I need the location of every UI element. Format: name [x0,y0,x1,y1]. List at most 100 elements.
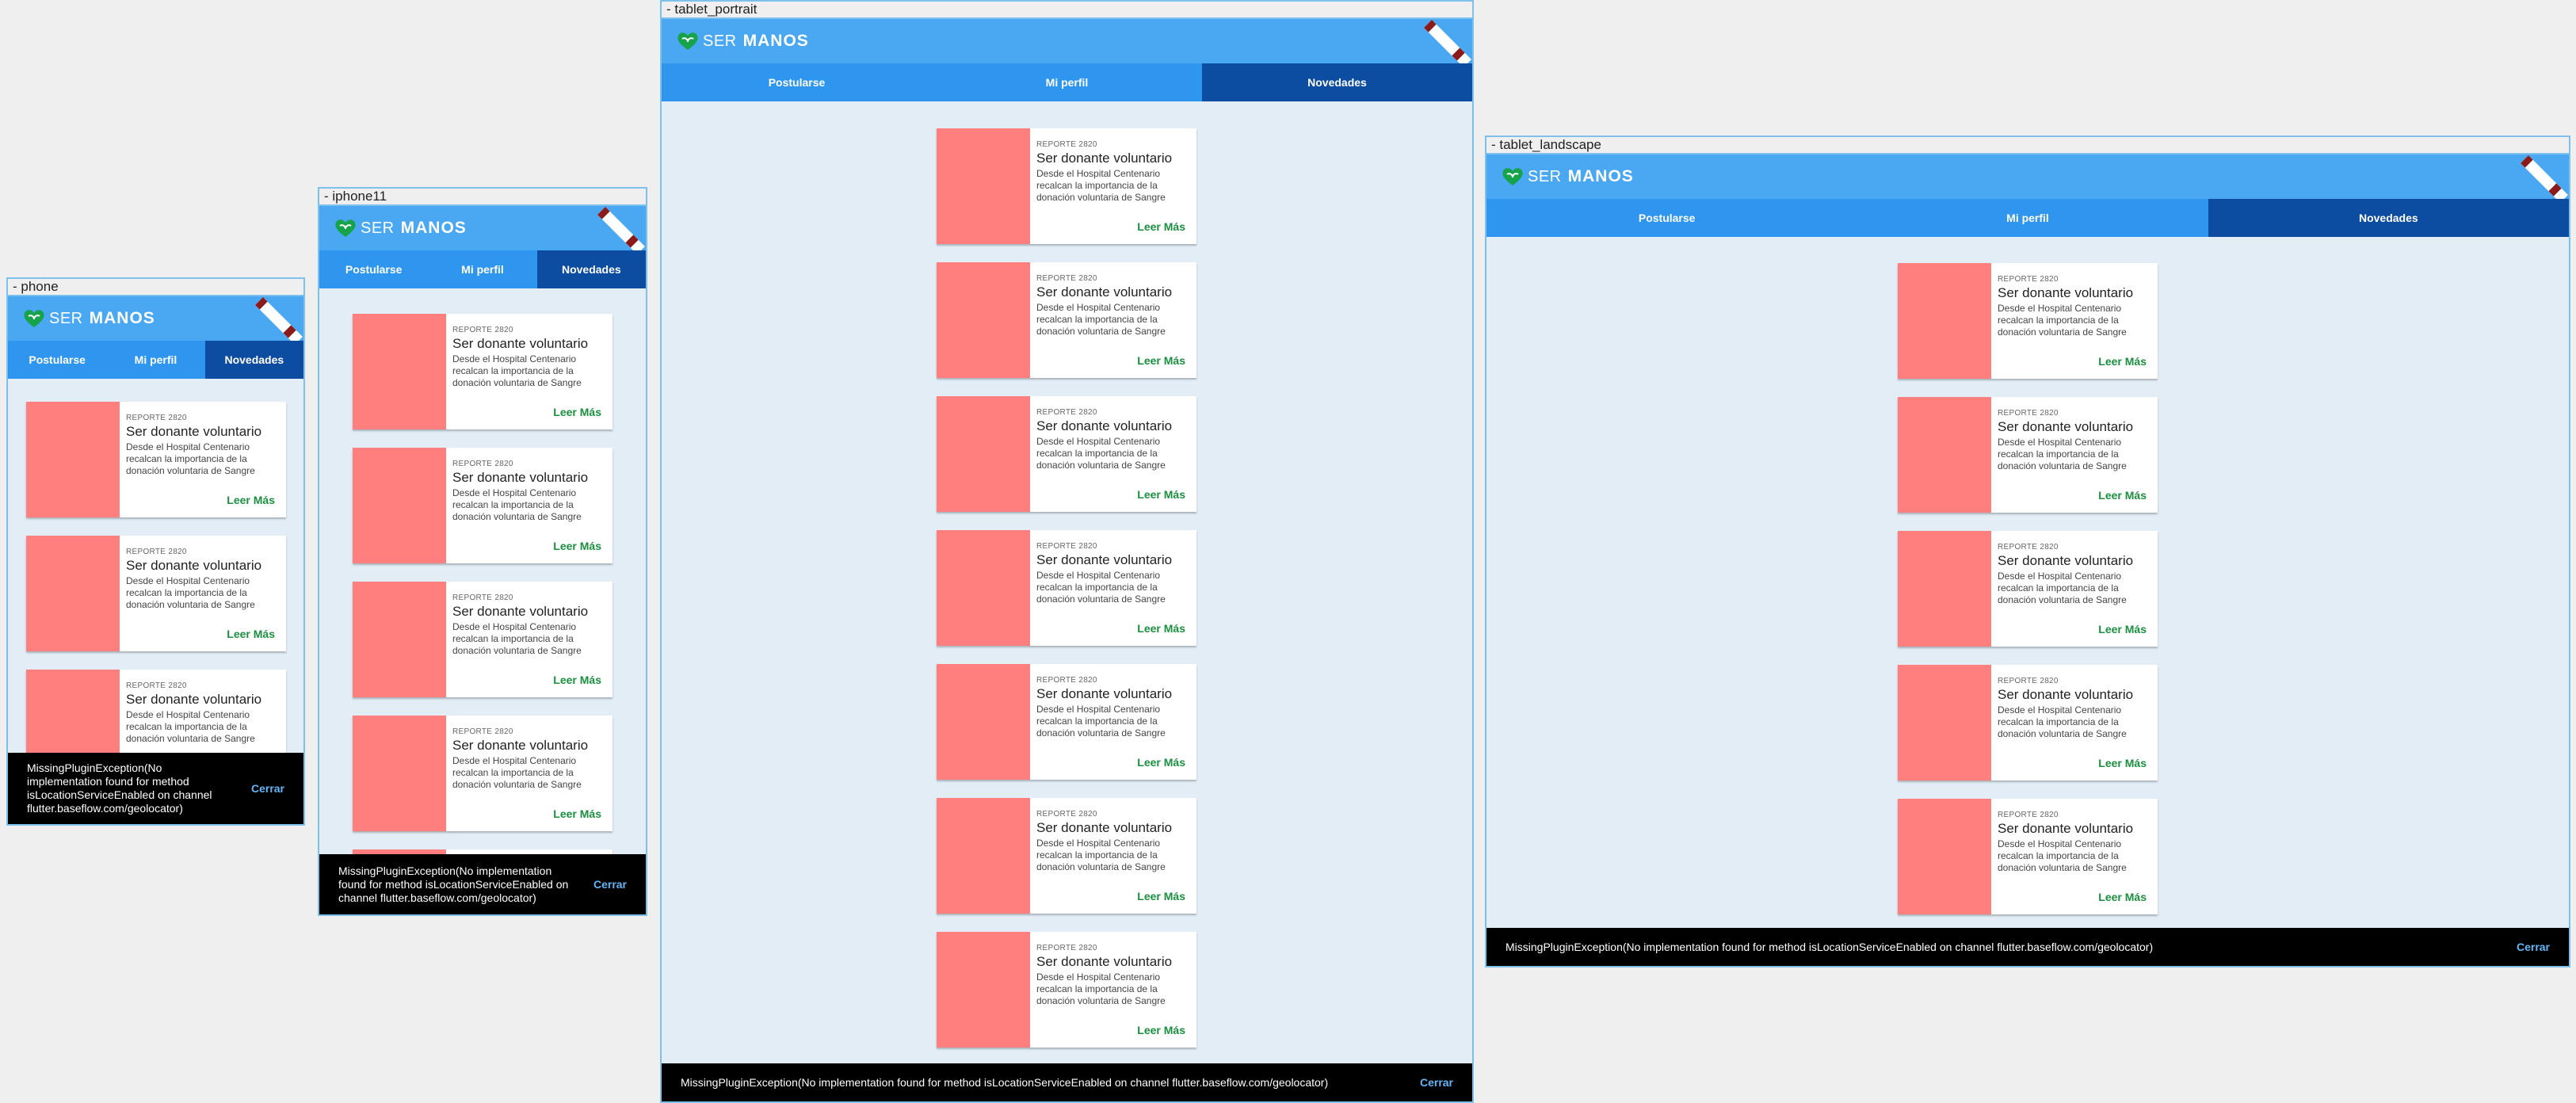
read-more-link[interactable]: Leer Más [1137,220,1185,233]
read-more-link[interactable]: Leer Más [2098,489,2147,502]
news-card: REPORTE 2820 Ser donante voluntario Desd… [1898,799,2158,914]
news-card: REPORTE 2820 Ser donante voluntario Desd… [1898,531,2158,647]
tab-postularse[interactable]: Postularse [1486,199,1847,237]
tab-postularse[interactable]: Postularse [8,341,106,379]
news-card-image [353,582,446,697]
logo-text-ser: SER [1528,167,1562,185]
news-card-text: Desde el Hospital Centenario recalcan la… [1036,302,1166,337]
read-more-link[interactable]: Leer Más [1137,622,1185,635]
news-card-overline: REPORTE 2820 [452,326,513,334]
tab-mi-perfil[interactable]: Mi perfil [428,250,536,288]
news-card-title: Ser donante voluntario [126,558,262,573]
tab-bar: Postularse Mi perfil Novedades [1486,199,2569,237]
read-more-link[interactable]: Leer Más [553,540,601,552]
app-screen: SER MANOS Postularse Mi perfil Novedades… [1485,153,2570,968]
news-card-title: Ser donante voluntario [452,604,589,619]
news-card: REPORTE 2820 Ser donante voluntario Desd… [26,536,286,651]
news-card-text: Desde el Hospital Centenario recalcan la… [1998,571,2127,605]
news-list[interactable]: REPORTE 2820 Ser donante voluntario Desd… [662,101,1472,1101]
logo-text-ser: SER [361,219,395,237]
tab-bar: Postularse Mi perfil Novedades [662,63,1472,101]
read-more-link[interactable]: Leer Más [2098,623,2147,635]
error-snackbar: MissingPluginException(No implementation… [662,1063,1472,1101]
news-card-image [937,396,1030,512]
news-card-text: Desde el Hospital Centenario recalcan la… [1036,704,1166,739]
read-more-link[interactable]: Leer Más [227,628,275,640]
news-card-text: Desde el Hospital Centenario recalcan la… [1036,436,1166,471]
news-card-text: Desde el Hospital Centenario recalcan la… [452,621,582,656]
news-card-title: Ser donante voluntario [1998,553,2134,568]
news-card-text: Desde el Hospital Centenario recalcan la… [1036,971,1166,1006]
read-more-link[interactable]: Leer Más [1137,354,1185,367]
news-card-title: Ser donante voluntario [126,424,262,439]
news-card-image [937,932,1030,1048]
read-more-link[interactable]: Leer Más [1137,890,1185,903]
logo-text-manos: MANOS [1567,167,1634,185]
device-label: - phone [6,277,305,295]
read-more-link[interactable]: Leer Más [2098,355,2147,368]
news-card-text: Desde el Hospital Centenario recalcan la… [452,487,582,522]
news-card-text: Desde el Hospital Centenario recalcan la… [126,709,255,744]
news-card-image [1898,397,1991,513]
read-more-link[interactable]: Leer Más [227,494,275,506]
news-card-overline: REPORTE 2820 [1998,275,2059,284]
news-list[interactable]: REPORTE 2820 Ser donante voluntario Desd… [1486,237,2569,966]
tab-mi-perfil[interactable]: Mi perfil [106,341,204,379]
read-more-link[interactable]: Leer Más [553,406,601,418]
news-card-overline: REPORTE 2820 [1036,676,1097,685]
logo-text-ser: SER [703,32,737,50]
logo-text-ser: SER [49,309,83,327]
read-more-link[interactable]: Leer Más [553,807,601,820]
tab-novedades[interactable]: Novedades [536,250,646,288]
news-card-overline: REPORTE 2820 [1036,944,1097,952]
device-frame-tablet-landscape: - tablet_landscape SER MANOS Postularse … [1485,135,2570,968]
news-list[interactable]: REPORTE 2820 Ser donante voluntario Desd… [319,288,646,914]
read-more-link[interactable]: Leer Más [1137,1024,1185,1036]
news-card-overline: REPORTE 2820 [126,681,187,690]
news-card: REPORTE 2820 Ser donante voluntario Desd… [937,664,1196,780]
news-card-title: Ser donante voluntario [126,692,262,707]
news-card-image [1898,531,1991,647]
snackbar-message: MissingPluginException(No implementation… [1506,940,2154,953]
news-card-image [1898,799,1991,914]
tab-postularse[interactable]: Postularse [662,63,932,101]
read-more-link[interactable]: Leer Más [1137,756,1185,769]
tab-postularse[interactable]: Postularse [319,250,428,288]
snackbar-close-button[interactable]: Cerrar [251,782,284,795]
tab-mi-perfil[interactable]: Mi perfil [1847,199,2208,237]
news-card-title: Ser donante voluntario [1036,552,1173,567]
news-card-image [26,402,120,517]
read-more-link[interactable]: Leer Más [2098,891,2147,903]
news-card-title: Ser donante voluntario [1036,820,1173,835]
tab-novedades[interactable]: Novedades [2208,199,2569,237]
read-more-link[interactable]: Leer Más [2098,757,2147,769]
app-bar: SER MANOS [662,19,1472,67]
news-card-image [937,530,1030,646]
news-card-overline: REPORTE 2820 [1998,409,2059,418]
logo-text-manos: MANOS [742,32,809,50]
news-card: REPORTE 2820 Ser donante voluntario Desd… [1898,665,2158,780]
news-card-text: Desde el Hospital Centenario recalcan la… [452,755,582,790]
device-frame-phone: - phone SER MANOS Postularse Mi perfil N… [6,277,305,826]
news-card-overline: REPORTE 2820 [1036,408,1097,417]
tab-novedades[interactable]: Novedades [1202,63,1472,101]
news-card-overline: REPORTE 2820 [126,548,187,556]
tab-bar: Postularse Mi perfil Novedades [319,250,646,288]
news-card-overline: REPORTE 2820 [1998,811,2059,819]
snackbar-close-button[interactable]: Cerrar [1420,1076,1453,1089]
snackbar-close-button[interactable]: Cerrar [2517,941,2550,953]
news-card-text: Desde el Hospital Centenario recalcan la… [1036,168,1166,203]
news-card-overline: REPORTE 2820 [452,593,513,602]
snackbar-close-button[interactable]: Cerrar [593,878,627,891]
tab-novedades[interactable]: Novedades [204,341,303,379]
read-more-link[interactable]: Leer Más [553,674,601,686]
news-card: REPORTE 2820 Ser donante voluntario Desd… [1898,397,2158,513]
news-card-image [937,664,1030,780]
heart-hands-icon [24,310,44,327]
news-card: REPORTE 2820 Ser donante voluntario Desd… [353,448,613,563]
news-card-text: Desde el Hospital Centenario recalcan la… [1998,437,2127,471]
read-more-link[interactable]: Leer Más [1137,488,1185,501]
news-card: REPORTE 2820 Ser donante voluntario Desd… [937,932,1196,1048]
tab-mi-perfil[interactable]: Mi perfil [932,63,1202,101]
news-card-title: Ser donante voluntario [1036,418,1173,433]
